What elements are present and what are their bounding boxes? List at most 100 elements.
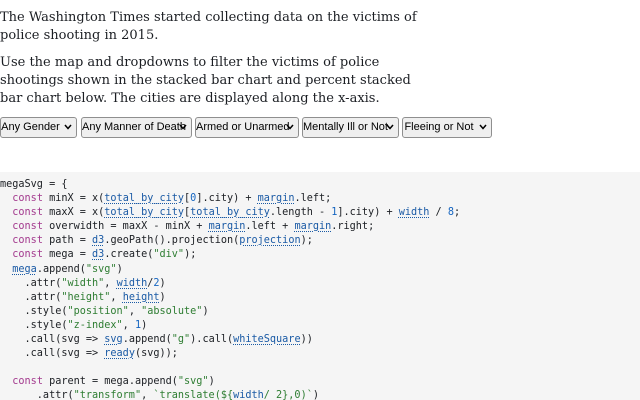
code-string: "div" bbox=[153, 249, 185, 261]
code-text: ); bbox=[300, 235, 313, 247]
code-line: .style("z-index", 1) bbox=[0, 319, 460, 333]
code-text: ) bbox=[159, 291, 166, 303]
intro-paragraph-2: Use the map and dropdowns to filter the … bbox=[0, 55, 411, 106]
code-keyword: const bbox=[12, 207, 43, 219]
code-reference[interactable]: mega bbox=[12, 264, 37, 275]
code-text: .attr( bbox=[0, 277, 62, 289]
code-text: .right; bbox=[331, 221, 375, 233]
code-keyword: const bbox=[12, 221, 43, 233]
code-text: / bbox=[429, 207, 448, 219]
code-reference[interactable]: total_by_city bbox=[104, 193, 184, 204]
code-text: maxX = x( bbox=[42, 207, 105, 219]
code-text: ].city) + bbox=[337, 207, 399, 219]
code-line: const minX = x(total_by_city[0].city) + … bbox=[0, 192, 460, 206]
gender-select[interactable]: Any Gender bbox=[0, 117, 77, 138]
code-reference[interactable]: height bbox=[123, 292, 160, 303]
code-text: .left + bbox=[245, 221, 295, 233]
code-text: .call(svg => bbox=[0, 334, 105, 346]
code-keyword: const bbox=[12, 376, 43, 388]
gender-select-value: Any Gender bbox=[1, 121, 60, 133]
code-text: mega = bbox=[42, 249, 93, 261]
code-text: .append( bbox=[122, 334, 172, 346]
code-text: ) bbox=[208, 376, 215, 388]
code-line: megaSvg = { bbox=[0, 178, 460, 192]
code-cell[interactable]: megaSvg = { const minX = x(total_by_city… bbox=[0, 172, 640, 400]
chevron-down-icon bbox=[179, 124, 187, 130]
code-text: (svg)); bbox=[134, 348, 178, 360]
code-line: mega.append("svg") bbox=[0, 263, 460, 277]
code-text: minX = x( bbox=[42, 193, 105, 205]
code-reference[interactable]: d3 bbox=[92, 235, 104, 246]
code-reference[interactable]: margin bbox=[258, 193, 295, 204]
code-reference[interactable]: margin bbox=[294, 221, 331, 232]
code-string: "g" bbox=[171, 334, 191, 346]
code-string: "height" bbox=[61, 291, 111, 303]
code-text: .style( bbox=[0, 319, 68, 331]
code-line: const mega = d3.create("div"); bbox=[0, 248, 460, 262]
code-line: .attr("transform", `translate(${width/ 2… bbox=[0, 389, 460, 400]
code-text: ; bbox=[453, 207, 461, 219]
armed-select-value: Armed or Unarmed bbox=[196, 121, 290, 133]
code-text: ) bbox=[159, 277, 166, 289]
code-text: .left; bbox=[294, 193, 332, 205]
code-text: ); bbox=[184, 249, 197, 261]
code-string: / 2},0)` bbox=[263, 390, 313, 400]
code-string: "svg" bbox=[85, 263, 117, 275]
mental-illness-select-value: Mentally Ill or Not bbox=[303, 121, 388, 133]
code-text: ) bbox=[141, 319, 148, 331]
code-string: "svg" bbox=[177, 376, 209, 388]
intro-paragraph-1: The Washington Times started collecting … bbox=[0, 10, 417, 43]
code-text: path = bbox=[42, 235, 93, 247]
code-reference[interactable]: projection bbox=[239, 235, 300, 246]
code-string: "width" bbox=[61, 277, 105, 289]
code-string: "z-index" bbox=[67, 319, 123, 331]
code-line: const overwidth = maxX - minX + margin.l… bbox=[0, 220, 460, 234]
code-text: .attr( bbox=[0, 291, 62, 303]
chevron-down-icon bbox=[479, 124, 487, 130]
code-text: .call(svg => bbox=[0, 348, 105, 360]
code-reference[interactable]: whiteSquare bbox=[233, 334, 300, 345]
mental-illness-select[interactable]: Mentally Ill or Not bbox=[302, 117, 399, 138]
chevron-down-icon bbox=[286, 124, 294, 130]
manner-of-death-select[interactable]: Any Manner of Death bbox=[81, 117, 192, 138]
code-text: , bbox=[128, 305, 142, 317]
code-line: const path = d3.geoPath().projection(pro… bbox=[0, 234, 460, 248]
code-reference[interactable]: total_by_city bbox=[104, 207, 184, 218]
code-text: overwidth = maxX - minX + bbox=[42, 221, 209, 233]
code-text: , bbox=[110, 291, 123, 303]
code-source: megaSvg = { const minX = x(total_by_city… bbox=[0, 178, 460, 400]
manner-of-death-select-value: Any Manner of Death bbox=[82, 121, 186, 133]
fleeing-select[interactable]: Fleeing or Not bbox=[402, 117, 492, 138]
code-text: .length - bbox=[269, 207, 332, 219]
code-line: .attr("height", height) bbox=[0, 291, 460, 305]
code-reference[interactable]: width bbox=[233, 390, 264, 400]
code-reference[interactable]: svg bbox=[104, 334, 122, 345]
code-text: .append( bbox=[36, 263, 86, 275]
code-reference[interactable]: width bbox=[399, 207, 430, 218]
code-keyword: const bbox=[12, 193, 43, 205]
code-text: megaSvg = { bbox=[0, 179, 68, 190]
code-line: .attr("width", width/2) bbox=[0, 277, 460, 291]
code-reference[interactable]: d3 bbox=[92, 249, 104, 260]
code-reference[interactable]: ready bbox=[104, 348, 135, 359]
code-reference[interactable]: margin bbox=[209, 221, 246, 232]
code-line: .call(svg => svg.append("g").call(whiteS… bbox=[0, 333, 460, 347]
code-keyword: const bbox=[12, 235, 43, 247]
code-text: .style( bbox=[0, 305, 68, 317]
code-line: .call(svg => ready(svg)); bbox=[0, 347, 460, 361]
code-text: , bbox=[122, 319, 135, 331]
code-reference[interactable]: total_by_city bbox=[190, 207, 270, 218]
armed-select[interactable]: Armed or Unarmed bbox=[195, 117, 299, 138]
code-text: .create( bbox=[104, 249, 154, 261]
code-text: parent = mega.append( bbox=[42, 376, 178, 388]
chevron-down-icon bbox=[386, 124, 394, 130]
code-string: "transform" bbox=[73, 390, 142, 400]
code-reference[interactable]: width bbox=[117, 278, 148, 289]
code-string: "position" bbox=[67, 305, 129, 317]
